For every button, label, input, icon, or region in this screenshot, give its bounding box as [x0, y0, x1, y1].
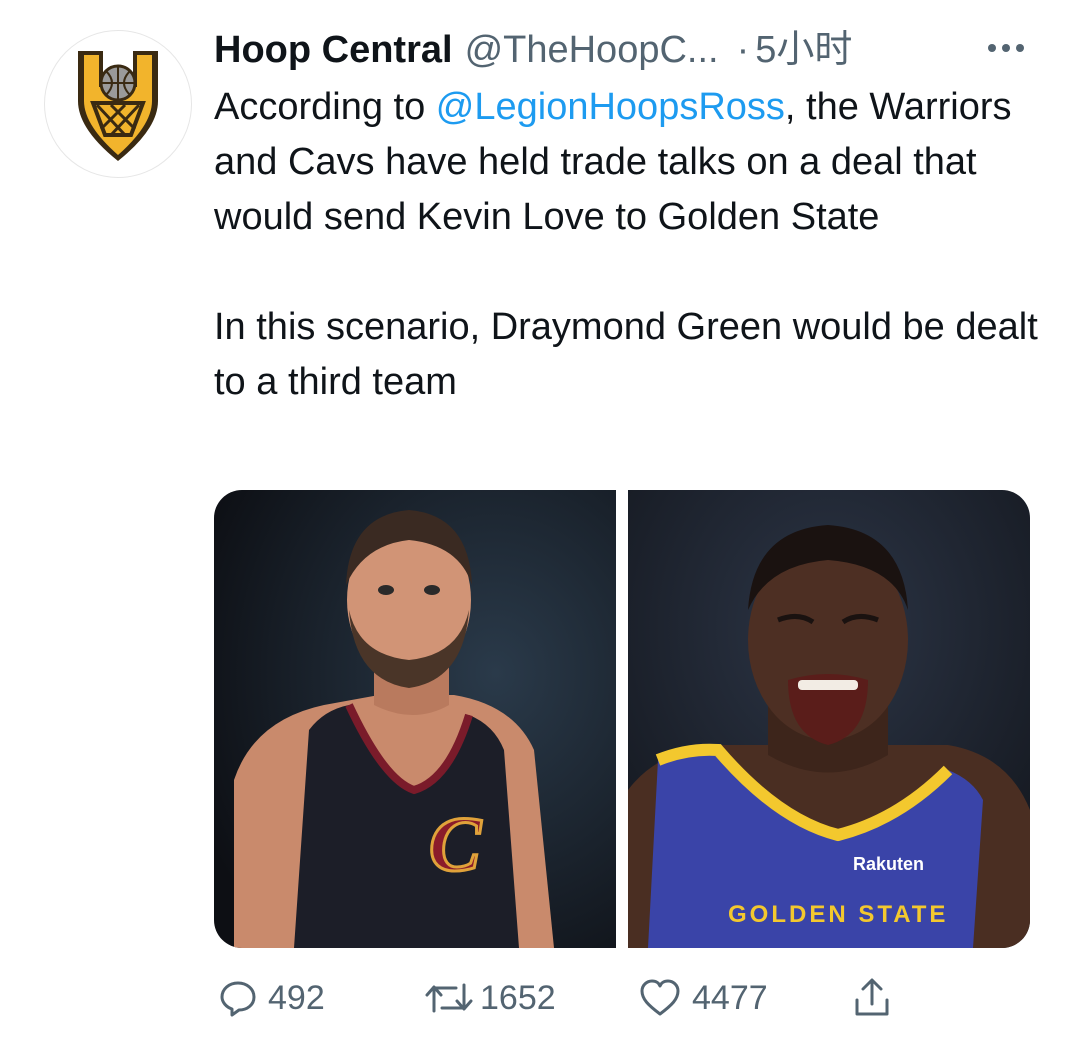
retweet-count: 1652 [480, 978, 556, 1017]
jersey-letter: C [429, 800, 482, 887]
comment-bubble-icon [220, 981, 256, 1017]
retweet-arrows-icon [425, 983, 473, 1013]
avatar[interactable] [44, 30, 192, 178]
handle[interactable]: @TheHoopC... [465, 22, 719, 78]
hoop-central-logo [78, 51, 158, 161]
tweet-paragraph-2: In this scenario, Draymond Green would b… [214, 306, 1038, 403]
display-name[interactable]: Hoop Central [214, 22, 453, 78]
retweet-button[interactable]: 1652 [422, 968, 556, 1028]
tweet-text: According to @LegionHoopsRoss, the Warri… [214, 80, 1044, 410]
heart-icon [640, 979, 680, 1016]
text-prefix: According to [214, 86, 436, 128]
share-upload-icon [855, 978, 889, 1016]
photo-kevin-love[interactable]: C [214, 490, 616, 948]
media-grid: C Rakuten GOLDEN STATE [214, 490, 1030, 948]
separator-dot: · [736, 29, 750, 71]
timestamp[interactable]: 5小时 [755, 22, 852, 78]
jersey-arc-text: GOLDEN STATE [728, 901, 948, 928]
reply-count: 492 [268, 978, 325, 1017]
like-count: 4477 [692, 978, 768, 1017]
tweet-paragraph-1: According to @LegionHoopsRoss, the Warri… [214, 80, 1044, 245]
mention-link[interactable]: @LegionHoopsRoss [436, 86, 785, 128]
tweet-header: Hoop Central @TheHoopC... · 5小时 [214, 22, 1034, 78]
jersey-sponsor: Rakuten [853, 854, 924, 874]
more-dots-icon[interactable] [986, 28, 1026, 68]
action-bar: 492 1652 4477 [214, 968, 1014, 1028]
like-button[interactable]: 4477 [638, 968, 768, 1028]
photo-draymond-green[interactable]: Rakuten GOLDEN STATE [628, 490, 1030, 948]
reply-button[interactable]: 492 [218, 968, 325, 1028]
share-button[interactable] [852, 968, 892, 1028]
